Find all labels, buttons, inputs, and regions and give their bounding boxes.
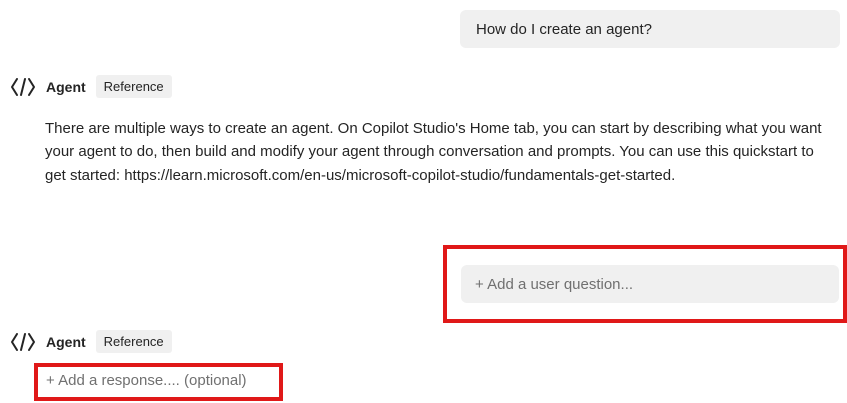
user-message-bubble: How do I create an agent? [460, 10, 840, 48]
reference-badge[interactable]: Reference [95, 75, 172, 98]
user-message-text: How do I create an agent? [476, 20, 652, 38]
add-user-question-field[interactable]: + Add a user question... [461, 265, 839, 303]
reference-badge[interactable]: Reference [95, 330, 172, 353]
code-bracket-icon [11, 332, 35, 351]
agent-name: Agent [46, 333, 86, 350]
agent-response-text: There are multiple ways to create an age… [45, 120, 822, 184]
agent-name: Agent [46, 78, 86, 95]
agent-header: Agent Reference [10, 75, 172, 98]
add-response-field[interactable]: + Add a response.... (optional) [46, 372, 247, 389]
add-user-question-label: + Add a user question... [475, 275, 634, 293]
code-bracket-icon [11, 77, 35, 96]
agent-header: Agent Reference [10, 330, 172, 353]
